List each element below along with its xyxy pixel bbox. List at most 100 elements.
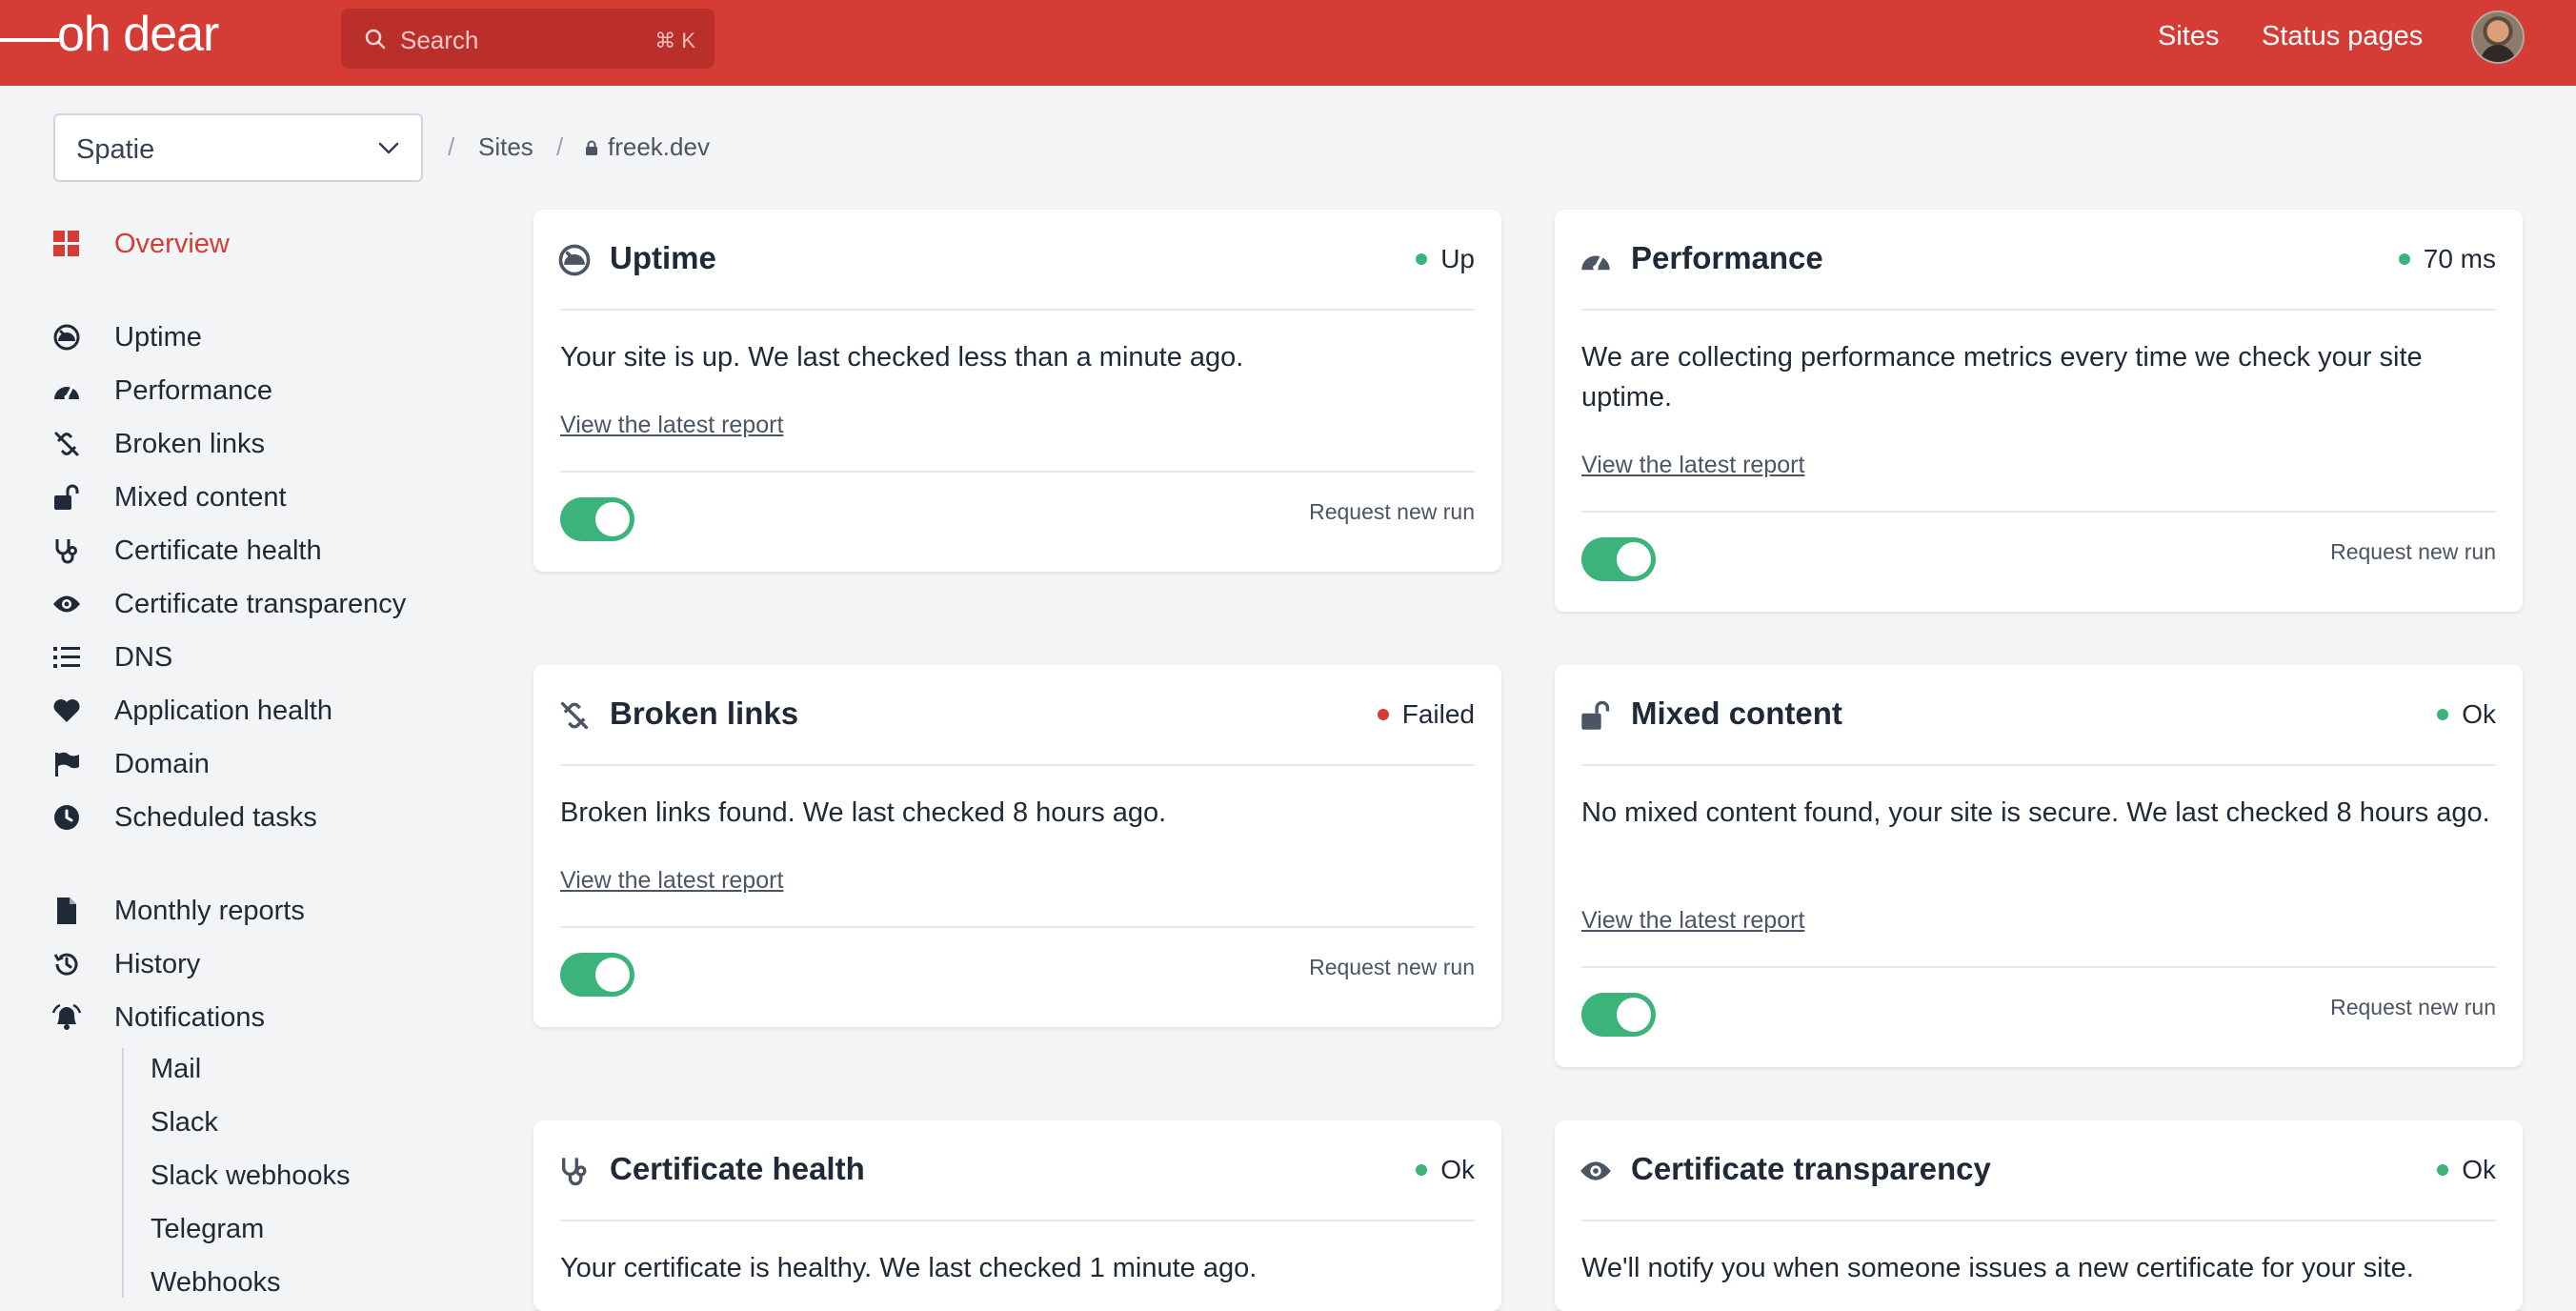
sidebar-item-dns[interactable]: DNS: [51, 638, 172, 676]
breadcrumb-sites-link[interactable]: Sites: [478, 132, 533, 162]
unlock-icon: [1581, 700, 1610, 730]
card-title: Performance: [1631, 240, 1823, 275]
status-dot: [1416, 1164, 1428, 1176]
gauge-icon: [558, 244, 591, 276]
sidebar-item-label: History: [114, 948, 201, 979]
card-description: Your site is up. We last checked less th…: [560, 342, 1244, 373]
avatar[interactable]: [2471, 10, 2525, 64]
request-new-run-button[interactable]: Request new run: [1309, 499, 1475, 525]
eye-icon: [51, 589, 82, 619]
card-title: Uptime: [610, 240, 716, 275]
divider: [1581, 966, 2496, 968]
speedometer-icon: [1581, 253, 1610, 271]
check-enabled-toggle[interactable]: [560, 953, 634, 997]
top-bar: oh dear Search ⌘ K Sites Status pages: [0, 0, 2576, 86]
view-report-link[interactable]: View the latest report: [1581, 452, 1804, 479]
breadcrumb-current-site: freek.dev: [585, 132, 710, 162]
divider: [1581, 309, 2496, 311]
view-report-link[interactable]: View the latest report: [1581, 907, 1804, 935]
sidebar-item-label: DNS: [114, 641, 173, 673]
card-description: We are collecting performance metrics ev…: [1581, 342, 2423, 413]
sidebar-subitem-slack-webhooks[interactable]: Slack webhooks: [151, 1160, 351, 1192]
status-badge: Ok: [2437, 1155, 2496, 1185]
view-report-link[interactable]: View the latest report: [560, 867, 783, 895]
divider: [560, 471, 1475, 473]
nav-status-pages-link[interactable]: Status pages: [2262, 21, 2423, 52]
view-report-link[interactable]: View the latest report: [560, 412, 783, 439]
sidebar-item-label: Performance: [114, 374, 273, 406]
sidebar-item-uptime[interactable]: Uptime: [51, 318, 202, 356]
sidebar-item-certificate-transparency[interactable]: Certificate transparency: [51, 585, 406, 623]
sidebar-item-monthly-reports[interactable]: Monthly reports: [51, 892, 305, 930]
check-enabled-toggle[interactable]: [1581, 537, 1656, 581]
nav-sites-link[interactable]: Sites: [2158, 21, 2219, 52]
sidebar-item-performance[interactable]: Performance: [51, 372, 272, 410]
card-title: Mixed content: [1631, 696, 1842, 731]
grid-icon: [51, 229, 82, 259]
team-select[interactable]: Spatie: [53, 113, 423, 182]
sidebar-subitem-webhooks[interactable]: Webhooks: [151, 1267, 281, 1299]
search-input[interactable]: Search ⌘ K: [341, 9, 714, 69]
mixed-content-card: Mixed content Ok No mixed content found,…: [1555, 665, 2523, 1067]
sidebar-subitem-mail[interactable]: Mail: [151, 1054, 201, 1085]
sidebar-item-mixed-content[interactable]: Mixed content: [51, 478, 287, 516]
card-title: Certificate transparency: [1631, 1151, 1991, 1186]
lock-icon: [586, 140, 597, 155]
divider: [1581, 764, 2496, 766]
check-enabled-toggle[interactable]: [560, 497, 634, 541]
sidebar-item-label: Overview: [114, 228, 230, 259]
status-text: Failed: [1401, 699, 1475, 729]
sidebar-item-label: Scheduled tasks: [114, 801, 317, 833]
sidebar-item-label: Mixed content: [114, 481, 287, 513]
sidebar-item-domain[interactable]: Domain: [51, 745, 210, 783]
sidebar-item-application-health[interactable]: Application health: [51, 692, 332, 730]
broken-link-icon: [560, 701, 589, 730]
sidebar-item-scheduled-tasks[interactable]: Scheduled tasks: [51, 798, 317, 837]
status-text: Ok: [1440, 1155, 1475, 1184]
search-icon: [365, 29, 386, 50]
divider: [560, 764, 1475, 766]
history-icon: [51, 949, 82, 979]
status-text: 70 ms: [2423, 244, 2496, 273]
status-dot: [2437, 1164, 2449, 1176]
breadcrumb-separator: /: [448, 132, 455, 161]
logo-line: [0, 38, 59, 42]
speedometer-icon: [51, 375, 82, 406]
broken-link-icon: [51, 429, 82, 459]
logo-text: oh dear: [57, 7, 219, 62]
status-text: Up: [1440, 244, 1475, 273]
status-text: Ok: [2462, 1155, 2496, 1184]
status-dot: [1416, 253, 1428, 265]
bell-icon: [51, 1002, 82, 1033]
sidebar-item-label: Certificate health: [114, 534, 322, 566]
request-new-run-button[interactable]: Request new run: [2330, 539, 2496, 565]
eye-icon: [1580, 1161, 1611, 1180]
status-badge: Up: [1416, 244, 1475, 274]
sidebar-item-label: Notifications: [114, 1001, 265, 1033]
breadcrumb-separator: /: [556, 132, 564, 161]
sidebar-item-history[interactable]: History: [51, 945, 200, 983]
divider: [1581, 511, 2496, 513]
status-badge: Failed: [1377, 699, 1475, 730]
certificate-transparency-card: Certificate transparency Ok We'll notify…: [1555, 1120, 2523, 1311]
status-dot: [2398, 253, 2410, 265]
sidebar-item-label: Broken links: [114, 428, 265, 459]
unlock-icon: [51, 482, 82, 513]
divider: [560, 926, 1475, 928]
sidebar-item-broken-links[interactable]: Broken links: [51, 425, 265, 463]
stethoscope-icon: [51, 535, 82, 566]
sidebar-item-notifications[interactable]: Notifications: [51, 998, 265, 1037]
sidebar-item-certificate-health[interactable]: Certificate health: [51, 532, 322, 570]
request-new-run-button[interactable]: Request new run: [1309, 955, 1475, 980]
check-enabled-toggle[interactable]: [1581, 993, 1656, 1037]
sidebar-subitem-telegram[interactable]: Telegram: [151, 1214, 264, 1245]
sidebar-subitem-slack[interactable]: Slack: [151, 1107, 218, 1139]
sidebar-item-overview[interactable]: Overview: [51, 225, 230, 263]
divider: [560, 1220, 1475, 1221]
status-badge: Ok: [2437, 699, 2496, 730]
request-new-run-button[interactable]: Request new run: [2330, 995, 2496, 1020]
sidebar-item-label: Domain: [114, 748, 210, 779]
file-icon: [51, 896, 82, 926]
status-badge: Ok: [1416, 1155, 1475, 1185]
performance-card: Performance 70 ms We are collecting perf…: [1555, 210, 2523, 612]
